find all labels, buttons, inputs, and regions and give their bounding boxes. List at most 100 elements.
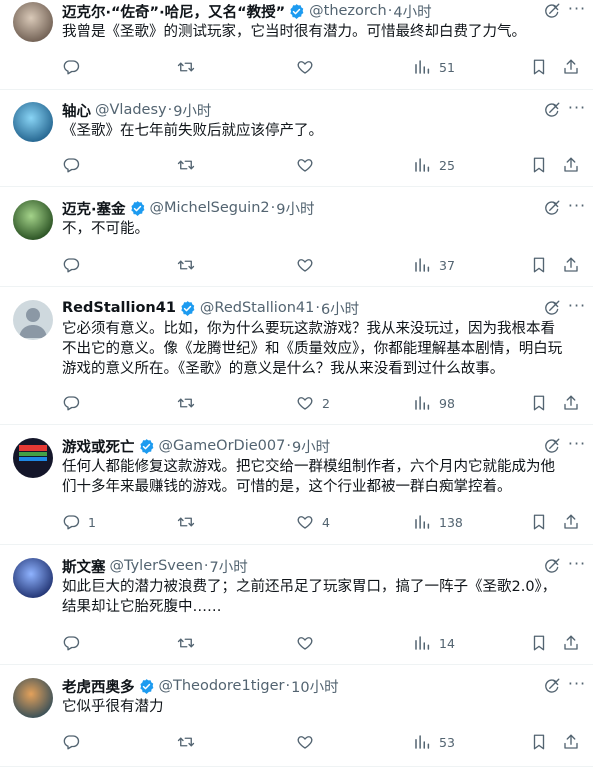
views-icon bbox=[413, 256, 431, 274]
reply-button[interactable] bbox=[62, 633, 88, 653]
bookmark-button[interactable] bbox=[530, 57, 548, 77]
avatar[interactable] bbox=[13, 678, 53, 718]
like-icon bbox=[296, 394, 314, 412]
avatar[interactable]: GAME OR DIE bbox=[13, 438, 53, 478]
views-button[interactable]: 37 bbox=[413, 255, 455, 275]
reply-button[interactable] bbox=[62, 393, 88, 413]
avatar[interactable] bbox=[13, 2, 53, 42]
share-button[interactable] bbox=[562, 512, 580, 532]
timestamp[interactable]: 9小时 bbox=[276, 198, 314, 219]
author-handle[interactable]: @TylerSveen bbox=[110, 558, 203, 574]
retweet-button[interactable] bbox=[177, 512, 203, 532]
views-icon bbox=[413, 156, 431, 174]
bookmark-button[interactable] bbox=[530, 633, 548, 653]
author-name[interactable]: 迈克尔·“佐奇”·哈尼，又名“教授” bbox=[62, 1, 285, 22]
like-button[interactable]: 2 bbox=[296, 393, 330, 413]
like-button[interactable] bbox=[296, 732, 322, 752]
like-button[interactable] bbox=[296, 255, 322, 275]
timestamp[interactable]: 4小时 bbox=[393, 1, 431, 22]
retweet-button[interactable] bbox=[177, 155, 203, 175]
timestamp[interactable]: 9小时 bbox=[173, 100, 211, 121]
more-icon[interactable]: ··· bbox=[567, 435, 587, 455]
author-name[interactable]: 轴心 bbox=[62, 100, 91, 121]
retweet-button[interactable] bbox=[177, 57, 203, 77]
reply-tweet[interactable]: GAME OR DIE游戏或死亡@GameOrDie007·9小时···任何人都… bbox=[0, 435, 593, 545]
more-icon[interactable]: ··· bbox=[567, 555, 587, 575]
timestamp[interactable]: 10小时 bbox=[291, 676, 338, 697]
views-button[interactable]: 53 bbox=[413, 732, 455, 752]
author-name[interactable]: RedStallion41 bbox=[62, 300, 176, 316]
views-button[interactable]: 14 bbox=[413, 633, 455, 653]
avatar[interactable] bbox=[13, 300, 53, 340]
tweet-text: 《圣歌》在七年前失败后就应该停产了。 bbox=[62, 121, 582, 141]
reply-icon bbox=[62, 256, 80, 274]
share-button[interactable] bbox=[562, 732, 580, 752]
grok-icon[interactable] bbox=[543, 557, 561, 575]
reply-button[interactable]: 1 bbox=[62, 512, 96, 532]
views-icon bbox=[413, 58, 431, 76]
like-button[interactable] bbox=[296, 57, 322, 77]
grok-icon[interactable] bbox=[543, 199, 561, 217]
timestamp[interactable]: 6小时 bbox=[321, 298, 359, 319]
bookmark-button[interactable] bbox=[530, 155, 548, 175]
author-name[interactable]: 老虎西奥多 bbox=[62, 676, 135, 697]
author-handle[interactable]: @thezorch bbox=[309, 3, 387, 19]
reply-tweet[interactable]: 轴心 @Vladesy · 9小时 ··· 《圣歌》在七年前失败后就应该停产了。 25 bbox=[0, 99, 593, 187]
bookmark-button[interactable] bbox=[530, 732, 548, 752]
share-button[interactable] bbox=[562, 393, 580, 413]
like-button[interactable]: 4 bbox=[296, 512, 330, 532]
views-count: 37 bbox=[439, 257, 455, 273]
share-button[interactable] bbox=[562, 155, 580, 175]
share-button[interactable] bbox=[562, 633, 580, 653]
reply-tweet[interactable]: 迈克尔·“佐奇”·哈尼，又名“教授” @thezorch · 4小时 ··· 我曾是《圣歌… bbox=[0, 0, 593, 90]
more-icon[interactable]: ··· bbox=[567, 197, 587, 217]
views-button[interactable]: 51 bbox=[413, 57, 455, 77]
reply-tweet[interactable]: RedStallion41 @RedStallion41 · 6小时 ··· 它必须有意义… bbox=[0, 297, 593, 425]
retweet-button[interactable] bbox=[177, 255, 203, 275]
reply-button[interactable] bbox=[62, 255, 88, 275]
author-handle[interactable]: @Theodore1tiger bbox=[159, 678, 285, 694]
author-name[interactable]: 斯文塞 bbox=[62, 556, 106, 577]
views-button[interactable]: 138 bbox=[413, 512, 463, 532]
timestamp[interactable]: 7小时 bbox=[210, 556, 248, 577]
reply-tweet[interactable]: 斯文塞 @TylerSveen · 7小时 ··· 如此巨大的潜力被浪费了；之前还吊足了玩… bbox=[0, 555, 593, 665]
author-handle[interactable]: @RedStallion41 bbox=[200, 300, 314, 316]
more-icon[interactable]: ··· bbox=[567, 297, 587, 317]
share-button[interactable] bbox=[562, 255, 580, 275]
reply-button[interactable] bbox=[62, 57, 88, 77]
retweet-button[interactable] bbox=[177, 633, 203, 653]
author-name[interactable]: 迈克·塞金 bbox=[62, 198, 126, 219]
grok-icon[interactable] bbox=[543, 437, 561, 455]
bookmark-button[interactable] bbox=[530, 393, 548, 413]
more-icon[interactable]: ··· bbox=[567, 675, 587, 695]
more-icon[interactable]: ··· bbox=[567, 99, 587, 119]
retweet-icon bbox=[177, 733, 195, 751]
bookmark-button[interactable] bbox=[530, 512, 548, 532]
retweet-button[interactable] bbox=[177, 393, 203, 413]
reply-tweet[interactable]: 老虎西奥多 @Theodore1tiger · 10小时 ··· 它似乎很有潜力 53 bbox=[0, 675, 593, 767]
grok-icon[interactable] bbox=[543, 2, 561, 20]
like-button[interactable] bbox=[296, 633, 322, 653]
views-button[interactable]: 98 bbox=[413, 393, 455, 413]
grok-icon[interactable] bbox=[543, 299, 561, 317]
retweet-button[interactable] bbox=[177, 732, 203, 752]
separator-dot: · bbox=[270, 200, 276, 216]
author-handle[interactable]: @Vladesy bbox=[95, 102, 167, 118]
grok-icon[interactable] bbox=[543, 101, 561, 119]
author-handle[interactable]: @GameOrDie007 bbox=[159, 438, 286, 454]
timestamp[interactable]: 9小时 bbox=[292, 436, 330, 457]
share-button[interactable] bbox=[562, 57, 580, 77]
bookmark-button[interactable] bbox=[530, 255, 548, 275]
grok-icon[interactable] bbox=[543, 677, 561, 695]
reply-button[interactable] bbox=[62, 732, 88, 752]
reply-button[interactable] bbox=[62, 155, 88, 175]
avatar[interactable] bbox=[13, 102, 53, 142]
views-button[interactable]: 25 bbox=[413, 155, 455, 175]
author-name[interactable]: 游戏或死亡 bbox=[62, 436, 135, 457]
more-icon[interactable]: ··· bbox=[567, 0, 587, 20]
reply-tweet[interactable]: 迈克·塞金 @MichelSeguin2 · 9小时 ··· 不，不可能。 37 bbox=[0, 197, 593, 287]
author-handle[interactable]: @MichelSeguin2 bbox=[150, 200, 270, 216]
avatar[interactable] bbox=[13, 200, 53, 240]
like-button[interactable] bbox=[296, 155, 322, 175]
avatar[interactable] bbox=[13, 558, 53, 598]
